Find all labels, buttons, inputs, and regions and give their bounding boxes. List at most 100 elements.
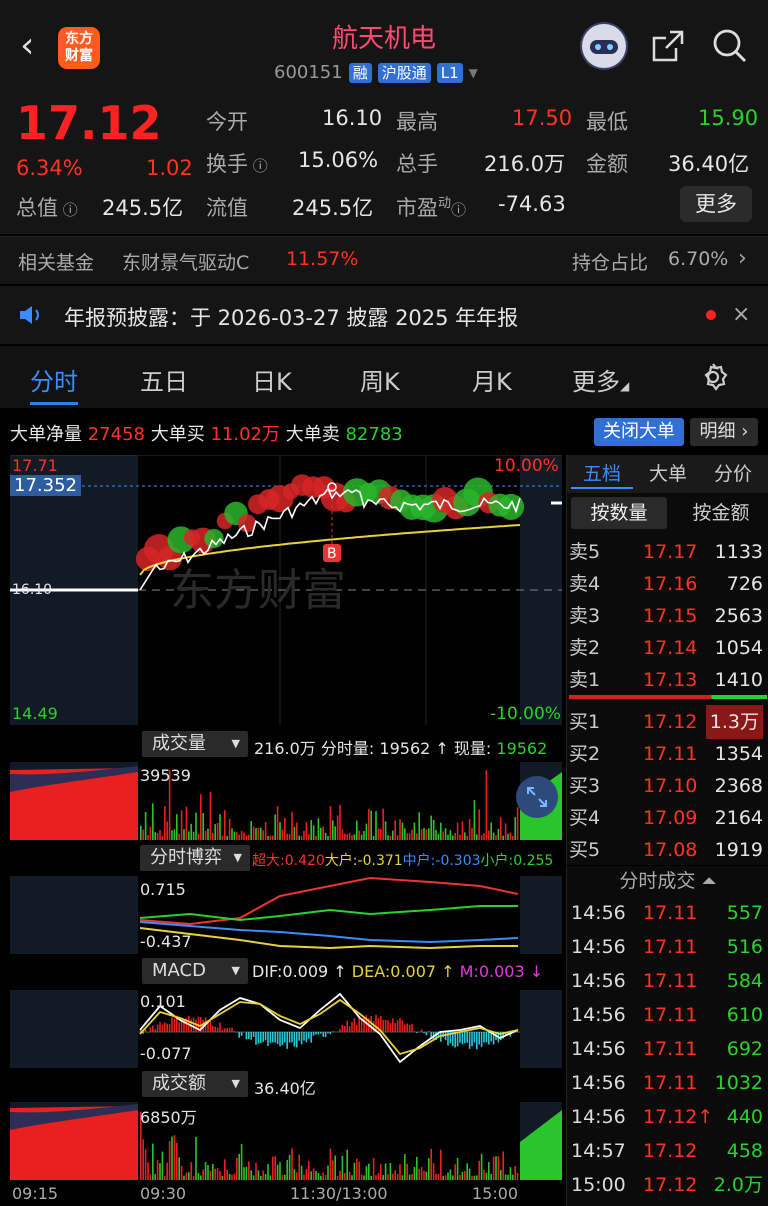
chevron-right-icon[interactable]: › [738, 246, 747, 271]
fund-name[interactable]: 东财景气驱动C [122, 248, 249, 275]
by-quantity-button[interactable]: 按数量 [571, 497, 667, 529]
bar [456, 822, 459, 840]
ask-row[interactable]: 卖1 17.13 1410 [567, 663, 768, 697]
bar [327, 835, 329, 840]
trade-row: 14:56 17.11 692 [567, 1032, 768, 1066]
bar [332, 820, 334, 840]
float-value-label: 流值 [206, 196, 248, 220]
close-big-order-button[interactable]: 关闭大单 [594, 418, 684, 446]
chevron-down-icon[interactable]: ▼ [469, 66, 478, 80]
detail-button[interactable]: 明细 › [690, 418, 758, 446]
bar [440, 822, 442, 840]
bar [269, 835, 272, 840]
bar [296, 822, 298, 840]
tab-monthly-k[interactable]: 月K [472, 362, 512, 397]
bar [336, 815, 339, 840]
indicator-select-macd[interactable]: MACD ▼ [142, 958, 248, 984]
bar [216, 823, 219, 840]
bar [497, 1156, 500, 1180]
bid-price: 17.12 [643, 711, 698, 733]
bid-row[interactable]: 买3 17.10 2368 [567, 769, 768, 803]
tab-price-distribution[interactable]: 分价 [707, 459, 759, 489]
ask-row[interactable]: 卖3 17.15 2563 [567, 599, 768, 633]
indicator-select-amount[interactable]: 成交额 ▼ [142, 1071, 248, 1097]
tab-more[interactable]: 更多◢ [572, 362, 629, 397]
bar [384, 821, 387, 840]
macd-bar [459, 1032, 461, 1043]
macd-bar [339, 1029, 341, 1032]
bar [449, 830, 452, 840]
chart-top-pct: 10.00% [494, 456, 559, 476]
settings-icon[interactable] [698, 362, 728, 396]
bar [219, 1171, 221, 1180]
bar [303, 830, 305, 840]
bar [274, 814, 276, 840]
bar [171, 1136, 173, 1180]
expand-chart-icon[interactable] [516, 776, 558, 818]
bar [432, 1163, 435, 1180]
indicator-select-game[interactable]: 分时博弈 ▼ [140, 845, 250, 871]
bar [466, 835, 468, 840]
bar [351, 1175, 353, 1180]
bid-row[interactable]: 买4 17.09 2164 [567, 801, 768, 835]
change-pct: 6.34% [16, 156, 83, 180]
indicator-select-volume[interactable]: 成交量 ▼ [142, 731, 248, 757]
bar [224, 810, 226, 840]
ask-row[interactable]: 卖4 17.16 726 [567, 567, 768, 601]
bar [303, 1174, 305, 1180]
ask-price: 17.14 [643, 637, 698, 659]
macd-bar [231, 1027, 233, 1032]
macd-bar [401, 1020, 404, 1032]
assistant-avatar-icon[interactable] [580, 22, 628, 70]
macd-bar [358, 1016, 360, 1032]
tab-five-level[interactable]: 五档 [571, 459, 633, 489]
ask-row[interactable]: 卖5 17.17 1133 [567, 535, 768, 569]
related-fund-bar[interactable] [0, 236, 768, 284]
tab-intraday[interactable]: 分时 [30, 362, 78, 397]
macd-bar [322, 1032, 324, 1037]
intraday-price-chart[interactable]: 东方财富 B [10, 455, 562, 725]
bar [173, 1135, 176, 1180]
bar [312, 1168, 315, 1180]
bar [408, 833, 411, 840]
bar [461, 1171, 464, 1180]
bar [214, 1168, 216, 1180]
bar [267, 835, 269, 840]
tab-weekly-k[interactable]: 周K [360, 362, 400, 397]
tab-five-day[interactable]: 五日 [140, 362, 188, 397]
more-button[interactable]: 更多 [680, 186, 752, 222]
bid-row[interactable]: 买1 17.12 1.3万 [567, 705, 768, 739]
search-icon[interactable] [710, 26, 750, 66]
bid-row[interactable]: 买2 17.11 1354 [567, 737, 768, 771]
bar [207, 828, 209, 840]
bar [464, 832, 466, 840]
bar [221, 1175, 224, 1180]
ask-level: 卖4 [569, 573, 601, 595]
close-icon[interactable]: × [732, 302, 750, 327]
bar [456, 1158, 459, 1180]
bar [262, 830, 264, 840]
bar [444, 828, 447, 840]
macd-bar [300, 1032, 303, 1045]
bar [356, 1158, 358, 1180]
bar [483, 833, 485, 840]
bar [380, 1164, 382, 1180]
game-panel-info: 超大:0.420大户:-0.371中户:-0.303小户:0.255 [252, 853, 554, 869]
bid-level: 买2 [569, 743, 601, 765]
bid-row[interactable]: 买5 17.08 1919 [567, 833, 768, 867]
bar [195, 1136, 197, 1180]
macd-bar [260, 1032, 262, 1044]
macd-bar [264, 1032, 267, 1041]
by-amount-button[interactable]: 按金额 [677, 497, 765, 529]
ask-row[interactable]: 卖2 17.14 1054 [567, 631, 768, 665]
share-icon[interactable] [648, 26, 688, 66]
tab-daily-k[interactable]: 日K [252, 362, 292, 397]
bar [329, 1148, 332, 1180]
bar [471, 1175, 473, 1180]
tick-trades-title[interactable]: 分时成交 ⏶ [567, 866, 768, 896]
bar [310, 1171, 312, 1180]
trade-time: 14:56 [571, 1106, 626, 1128]
tab-big-order[interactable]: 大单 [645, 459, 691, 489]
bar [248, 1161, 250, 1180]
bar [262, 1170, 264, 1180]
